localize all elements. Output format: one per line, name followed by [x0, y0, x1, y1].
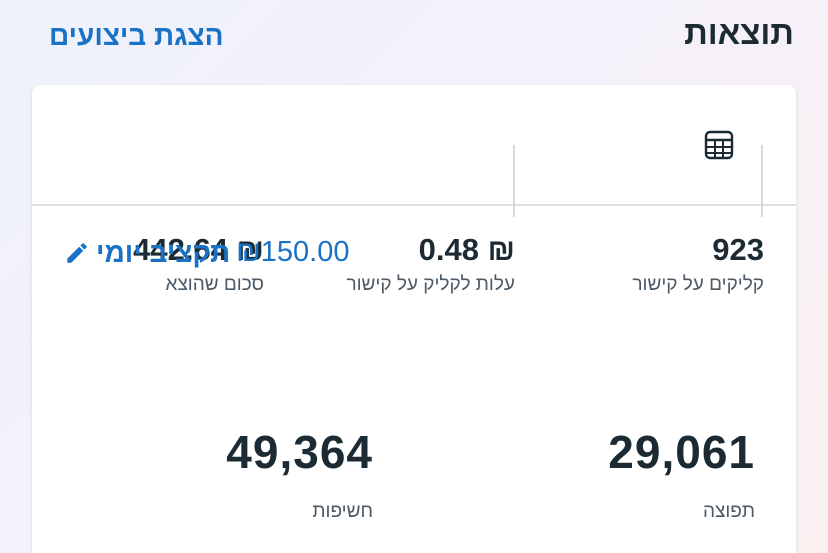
table-grid-icon[interactable]	[703, 129, 735, 161]
metric-value: ₪ 0.48	[418, 232, 515, 267]
divider	[513, 145, 515, 217]
pencil-icon[interactable]	[64, 240, 90, 266]
metric-impressions: 49,364 חשיפות	[226, 425, 373, 523]
metric-cost-per-click: ₪ 0.48 עלות לקליק על קישור	[346, 232, 515, 296]
metric-value: 29,061	[608, 426, 755, 478]
metric-label: תפוצה	[702, 501, 755, 522]
metric-value: 923	[712, 232, 764, 267]
metric-reach: 29,061 תפוצה	[608, 425, 755, 523]
metric-link-clicks: 923 קליקים על קישור	[632, 232, 764, 296]
metric-value: 49,364	[226, 426, 373, 478]
daily-budget-link[interactable]: ₪150.00 תקציב יומי	[64, 236, 350, 269]
budget-label: תקציב יומי	[96, 236, 231, 268]
view-performance-link[interactable]: הצגת ביצועים	[49, 20, 224, 52]
divider	[761, 145, 763, 217]
metric-label: עלות לקליק על קישור	[346, 274, 515, 295]
metric-label: קליקים על קישור	[632, 274, 764, 295]
budget-amount: ₪150.00	[236, 236, 350, 268]
metric-label: סכום שהוצא	[165, 274, 264, 295]
metric-label: חשיפות	[312, 501, 373, 522]
page-title: תוצאות	[684, 14, 794, 51]
card-header	[32, 85, 796, 206]
